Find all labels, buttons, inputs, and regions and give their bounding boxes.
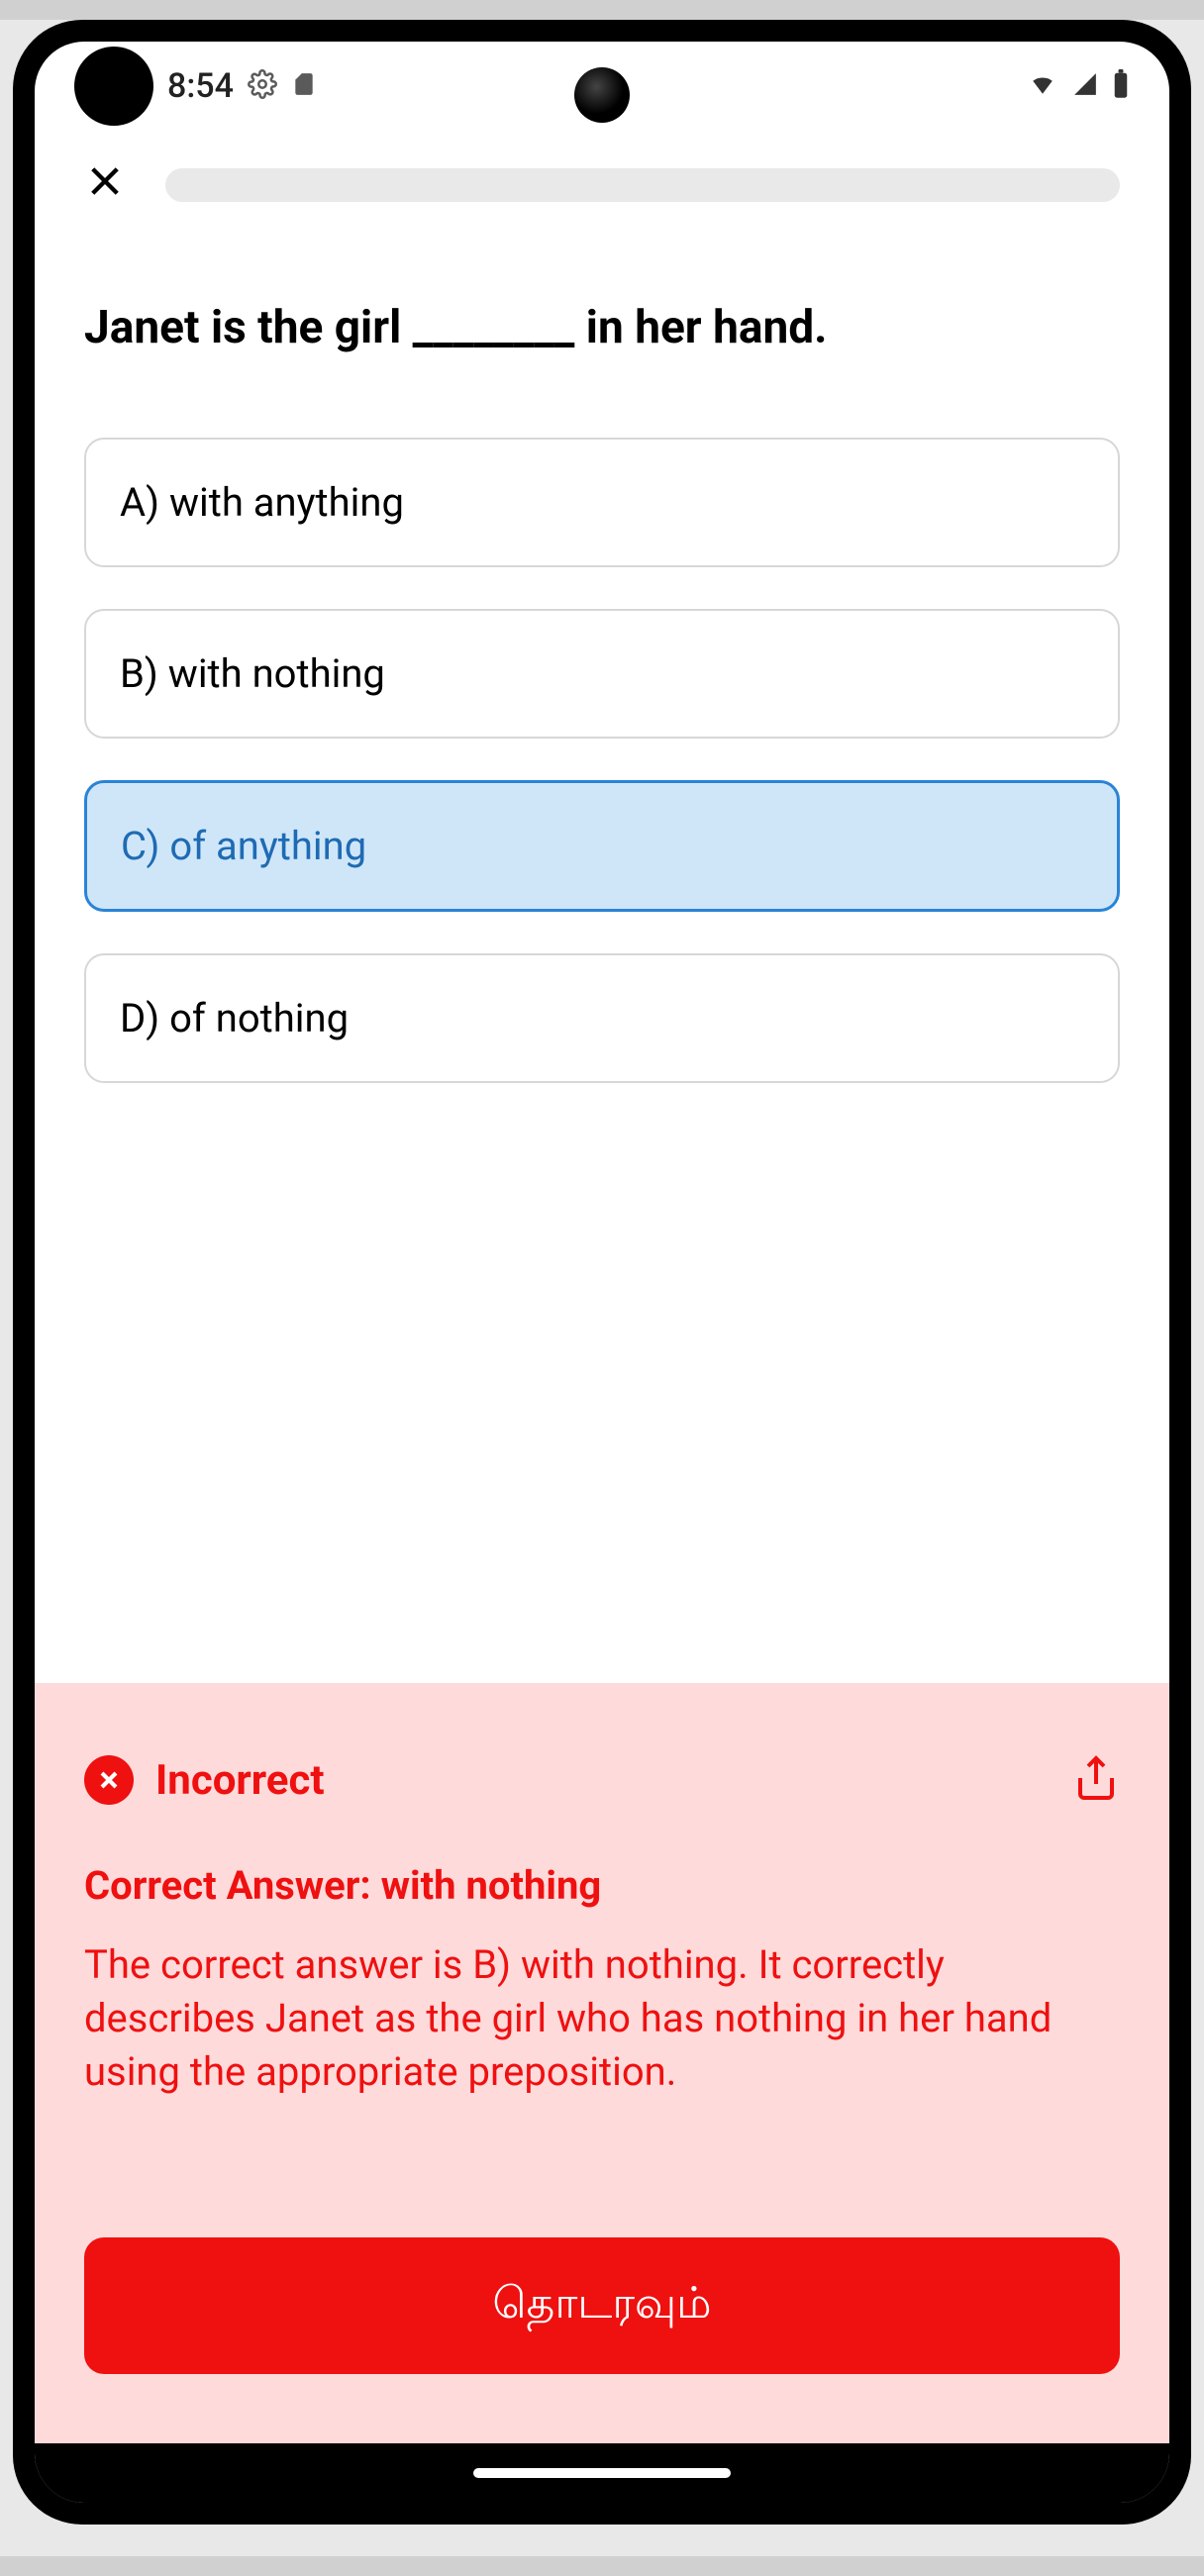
option-a-label: A) with anything: [120, 479, 404, 526]
wifi-icon: [1027, 71, 1058, 101]
option-a[interactable]: A) with anything: [84, 438, 1120, 567]
content-area: Janet is the girl ________ in her hand. …: [35, 240, 1169, 1683]
phone-frame: 8:54: [13, 20, 1191, 2525]
continue-button[interactable]: தொடரவும்: [84, 2237, 1120, 2374]
option-b-label: B) with nothing: [120, 650, 385, 697]
status-time: 8:54: [167, 66, 234, 106]
correct-answer-label: Correct Answer: with nothing: [84, 1862, 1120, 1909]
status-avatar-dot: [74, 47, 153, 126]
sd-card-icon: [291, 69, 317, 103]
close-button[interactable]: [84, 160, 126, 210]
battery-icon: [1112, 69, 1130, 103]
feedback-explanation: The correct answer is B) with nothing. I…: [84, 1938, 1120, 2099]
cellular-icon: [1070, 71, 1100, 101]
share-button[interactable]: [1072, 1752, 1120, 1808]
option-d-label: D) of nothing: [120, 995, 349, 1041]
app-header: [35, 131, 1169, 240]
option-d[interactable]: D) of nothing: [84, 953, 1120, 1083]
system-nav-bar: [35, 2443, 1169, 2503]
option-c-label: C) of anything: [121, 823, 366, 869]
option-b[interactable]: B) with nothing: [84, 609, 1120, 739]
feedback-panel: Incorrect Correct Answer: with nothing T…: [35, 1683, 1169, 2443]
option-c[interactable]: C) of anything: [84, 780, 1120, 912]
incorrect-icon: [84, 1755, 134, 1805]
camera-notch: [574, 67, 630, 123]
nav-handle[interactable]: [473, 2468, 731, 2478]
continue-button-label: தொடரவும்: [492, 2277, 711, 2328]
screen: 8:54: [35, 42, 1169, 2503]
question-text: Janet is the girl ________ in her hand.: [84, 299, 1120, 358]
progress-bar: [165, 168, 1120, 202]
feedback-status: Incorrect: [155, 1756, 325, 1805]
gear-icon: [248, 69, 277, 103]
